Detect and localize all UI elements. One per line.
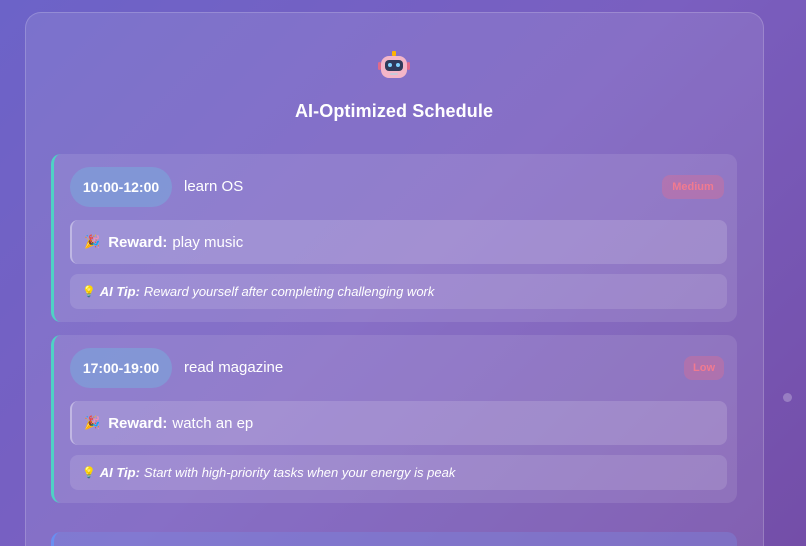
ai-tip-text: Reward yourself after completing challen… xyxy=(143,284,435,299)
page-title: AI-Optimized Schedule xyxy=(294,101,494,121)
ai-tip-text: Start with high-priority tasks when your… xyxy=(143,465,456,480)
priority-badge: Low xyxy=(684,356,724,380)
schedule-item-partial[interactable] xyxy=(51,532,737,546)
ai-tip-box: 💡 AI Tip: Reward yourself after completi… xyxy=(70,274,727,309)
task-name: learn OS xyxy=(184,178,244,195)
reward-text: watch an ep xyxy=(172,414,254,432)
time-badge: 10:00-12:00 xyxy=(70,167,172,207)
reward-box: 🎉 Reward: play music xyxy=(70,220,727,264)
reward-box: 🎉 Reward: watch an ep xyxy=(70,401,727,445)
ai-tip-label: AI Tip: xyxy=(99,465,140,480)
robot-icon xyxy=(378,50,410,80)
reward-label: Reward: xyxy=(108,233,168,251)
scroll-indicator[interactable] xyxy=(783,393,792,402)
schedule-item[interactable]: 10:00-12:00 learn OS Medium 🎉 Reward: pl… xyxy=(51,154,737,322)
priority-badge: Medium xyxy=(662,175,724,199)
reward-text: play music xyxy=(172,233,244,251)
task-name: read magazine xyxy=(184,359,284,376)
party-popper-icon: 🎉 xyxy=(84,234,101,249)
ai-tip-box: 💡 AI Tip: Start with high-priority tasks… xyxy=(70,455,727,490)
reward-label: Reward: xyxy=(108,414,168,432)
ai-tip-label: AI Tip: xyxy=(99,284,140,299)
time-badge: 17:00-19:00 xyxy=(70,348,172,388)
party-popper-icon: 🎉 xyxy=(84,415,101,430)
lightbulb-icon: 💡 xyxy=(82,286,96,298)
lightbulb-icon: 💡 xyxy=(82,467,96,479)
schedule-item[interactable]: 17:00-19:00 read magazine Low 🎉 Reward: … xyxy=(51,335,737,503)
